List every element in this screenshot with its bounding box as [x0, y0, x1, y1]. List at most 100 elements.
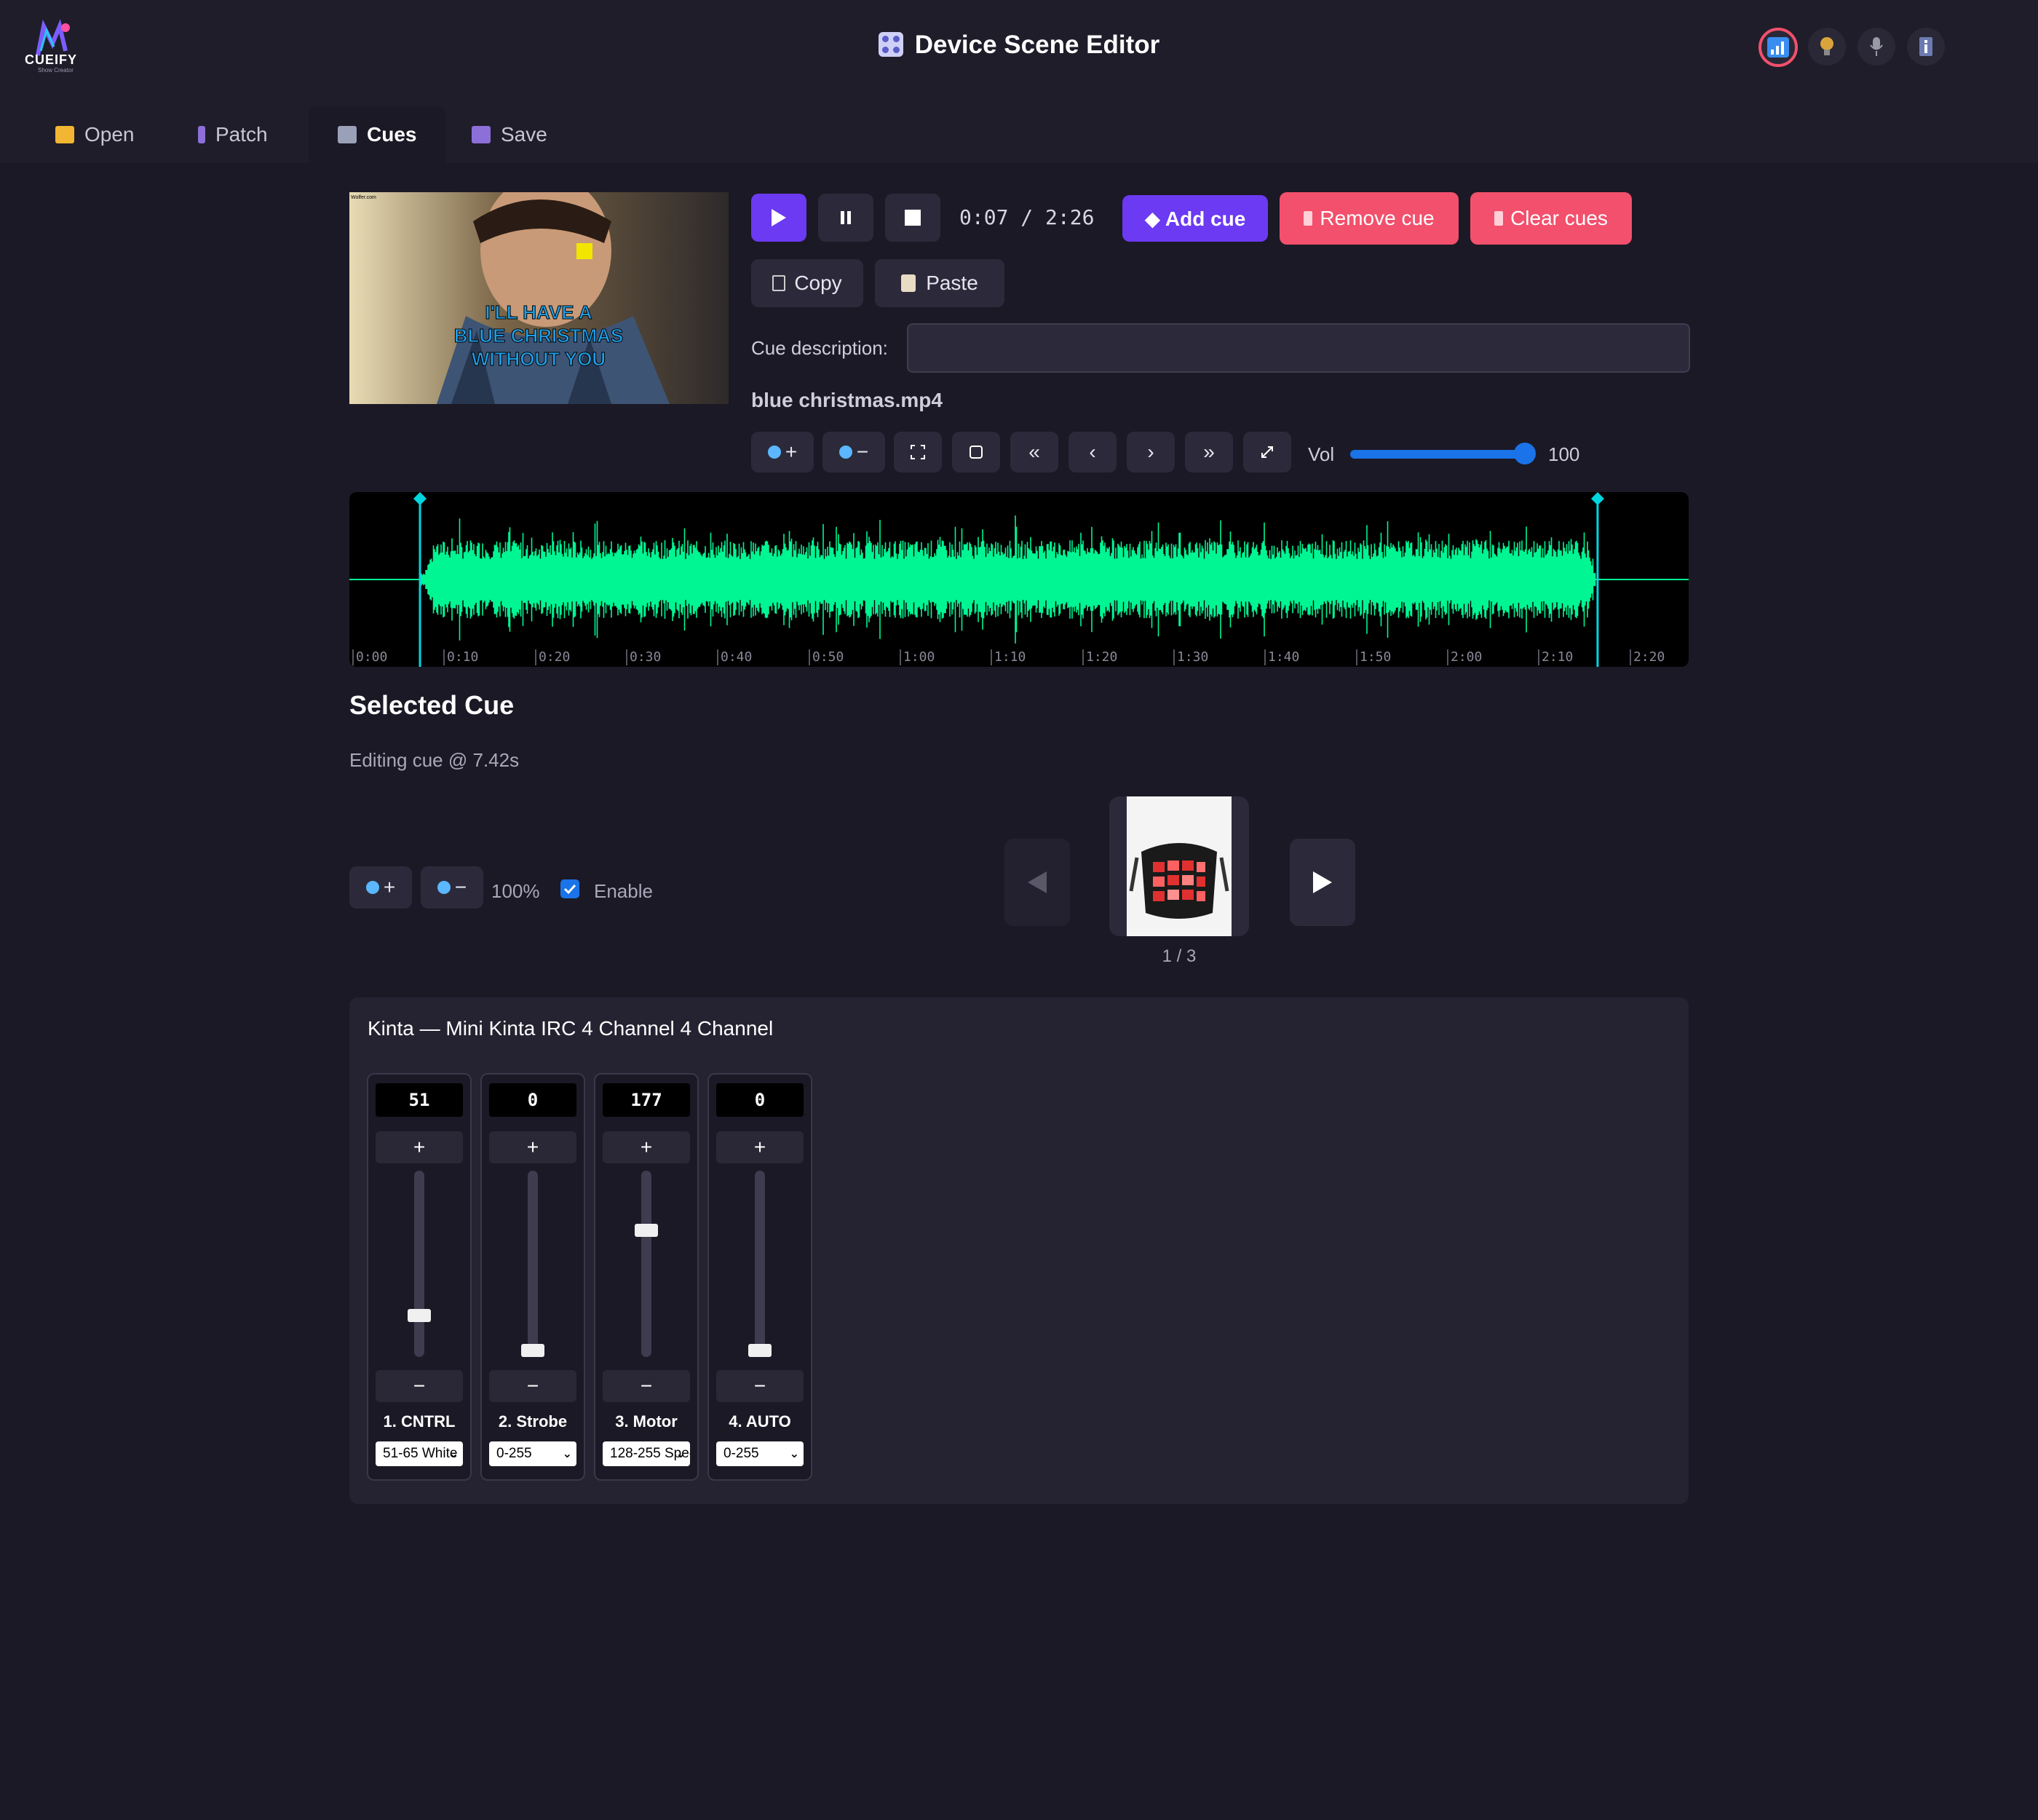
info-icon[interactable]	[1907, 28, 1945, 66]
volume-label: Vol	[1308, 443, 1335, 465]
fit-icon	[911, 445, 925, 459]
cue-marker-handle	[413, 492, 427, 505]
channel-increment-button[interactable]: +	[489, 1131, 576, 1163]
tab-cues[interactable]: Cues	[309, 106, 446, 163]
video-preview[interactable]: I'LL HAVE A BLUE CHRISTMAS WITHOUT YOU W…	[349, 192, 729, 404]
remove-cue-button[interactable]: Remove cue	[1280, 192, 1459, 245]
device-zoom-percent: 100%	[491, 880, 540, 902]
logo-subtitle: Show Creator	[38, 67, 74, 74]
triangle-right-icon	[1313, 871, 1332, 893]
expand-button[interactable]	[1243, 432, 1291, 472]
channel-mode-select[interactable]: 0-255 ⌄	[489, 1441, 576, 1466]
channel-increment-button[interactable]: +	[603, 1131, 690, 1163]
control-knobs-icon	[878, 32, 903, 57]
channel-decrement-button[interactable]: −	[376, 1370, 463, 1402]
channel-name: 4. AUTO	[729, 1412, 791, 1431]
volume-slider[interactable]	[1350, 450, 1525, 459]
channel-fader[interactable]	[414, 1171, 424, 1357]
channel-fader-thumb[interactable]	[408, 1309, 431, 1322]
chevron-down-icon: ⌄	[562, 1448, 572, 1460]
channel-decrement-button[interactable]: −	[716, 1370, 804, 1402]
signal-bars-icon[interactable]	[1759, 28, 1798, 67]
channel-decrement-button[interactable]: −	[603, 1370, 690, 1402]
add-cue-button[interactable]: ◆ Add cue	[1122, 195, 1268, 242]
channel-value[interactable]: 177	[603, 1083, 690, 1117]
device-zoom-in-button[interactable]: +	[349, 866, 412, 909]
channel-mode-value: 0-255	[723, 1446, 759, 1461]
channel-fader[interactable]	[641, 1171, 651, 1357]
channel-increment-button[interactable]: +	[376, 1131, 463, 1163]
timeline-tick-label: 2:20	[1630, 649, 1665, 665]
tab-save[interactable]: Save	[443, 106, 576, 163]
video-watermark: Wolfer.com	[351, 195, 376, 200]
channel-fader-thumb[interactable]	[635, 1224, 658, 1237]
add-cue-label: ◆ Add cue	[1144, 207, 1246, 230]
current-time: 0:07	[959, 205, 1009, 229]
cue-description-input[interactable]	[907, 323, 1690, 373]
channel-value[interactable]: 0	[716, 1083, 804, 1117]
select-region-button[interactable]	[952, 432, 1000, 472]
channel-decrement-button[interactable]: −	[489, 1370, 576, 1402]
copy-button[interactable]: Copy	[751, 259, 863, 307]
fit-view-button[interactable]	[894, 432, 942, 472]
zoom-out-label: −	[454, 876, 467, 898]
chevron-left-icon: ‹	[1089, 440, 1096, 463]
timeline-tick-label: 2:10	[1538, 649, 1573, 665]
zoom-in-button[interactable]: +	[751, 432, 814, 472]
device-zoom-out-button[interactable]: −	[421, 866, 483, 909]
tab-patch[interactable]: Patch	[169, 106, 297, 163]
channel-mode-select[interactable]: 51-65 White ⌄	[376, 1441, 463, 1466]
channel-fader-thumb[interactable]	[521, 1344, 544, 1357]
clear-cues-label: Clear cues	[1510, 207, 1608, 229]
channel-fader[interactable]	[528, 1171, 538, 1357]
timeline-tick-label: 0:20	[535, 649, 570, 665]
timeline-tick-label: 1:30	[1173, 649, 1208, 665]
play-icon	[772, 209, 786, 226]
cable-icon	[198, 126, 205, 143]
chevron-down-icon: ⌄	[789, 1448, 799, 1460]
microphone-icon[interactable]	[1857, 28, 1895, 66]
channel-mode-value: 0-255	[496, 1446, 532, 1461]
timeline-tick-label: 1:40	[1264, 649, 1299, 665]
channel-value[interactable]: 51	[376, 1083, 463, 1117]
pause-button[interactable]	[818, 194, 873, 242]
paste-button[interactable]: Paste	[875, 259, 1004, 307]
selected-cue-title: Selected Cue	[349, 690, 515, 720]
lightbulb-icon[interactable]	[1808, 28, 1846, 66]
page-title: Device Scene Editor	[0, 31, 2038, 60]
channel-mode-select[interactable]: 0-255 ⌄	[716, 1441, 804, 1466]
zoom-out-button[interactable]: −	[822, 432, 885, 472]
clear-cues-button[interactable]: Clear cues	[1470, 192, 1632, 245]
channel-fader-thumb[interactable]	[748, 1344, 772, 1357]
previous-device-button[interactable]	[1004, 839, 1070, 926]
video-caption-line: BLUE CHRISTMAS	[454, 325, 624, 347]
timeline-tick-label: 1:20	[1082, 649, 1117, 665]
trash-icon	[1304, 211, 1313, 226]
tab-label: Cues	[367, 123, 417, 146]
tab-label: Open	[84, 123, 135, 146]
jump-start-button[interactable]: «	[1010, 432, 1058, 472]
cue-description-label: Cue description:	[751, 337, 888, 359]
channel-fader[interactable]	[755, 1171, 765, 1357]
tab-open[interactable]: Open	[26, 106, 164, 163]
floppy-icon	[472, 126, 491, 143]
step-forward-button[interactable]: ›	[1127, 432, 1175, 472]
volume-slider-thumb[interactable]	[1514, 443, 1536, 464]
play-button[interactable]	[751, 194, 806, 242]
remove-cue-label: Remove cue	[1320, 207, 1435, 229]
channel-increment-button[interactable]: +	[716, 1131, 804, 1163]
step-back-button[interactable]: ‹	[1068, 432, 1117, 472]
next-device-button[interactable]	[1290, 839, 1355, 926]
device-pager: 1 / 3	[1162, 946, 1197, 966]
channel-mode-select[interactable]: 128-255 Speed⌄	[603, 1441, 690, 1466]
enable-checkbox[interactable]	[560, 879, 579, 898]
triangle-left-icon	[1028, 871, 1047, 893]
pause-icon	[841, 211, 851, 224]
timeline-tick-label: 1:00	[900, 649, 935, 665]
waveform-timeline[interactable]	[349, 492, 1689, 667]
stop-button[interactable]	[885, 194, 940, 242]
channel-strip: 51 + − 1. CNTRL 51-65 White ⌄	[367, 1073, 472, 1481]
channel-name: 2. Strobe	[498, 1412, 568, 1431]
channel-value[interactable]: 0	[489, 1083, 576, 1117]
jump-end-button[interactable]: »	[1185, 432, 1233, 472]
